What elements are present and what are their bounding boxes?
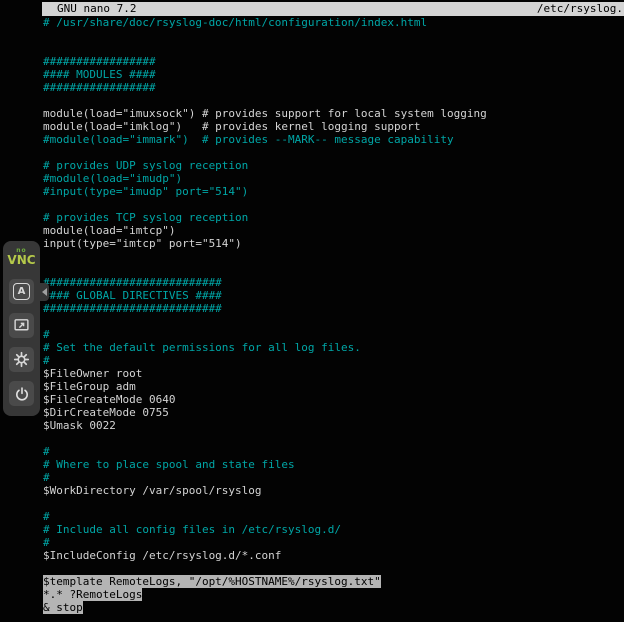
terminal-line: # — [43, 510, 624, 523]
terminal-line: # Include all config files in /etc/rsysl… — [43, 523, 624, 536]
terminal-line: input(type="imtcp" port="514") — [43, 237, 624, 250]
terminal-line — [43, 250, 624, 263]
terminal-line: module(load="imtcp") — [43, 224, 624, 237]
terminal-line: ########################### — [43, 302, 624, 315]
terminal-line: $FileOwner root — [43, 367, 624, 380]
terminal-line: # — [43, 445, 624, 458]
novnc-logo-vnc: VNC — [7, 254, 35, 266]
terminal-line — [43, 198, 624, 211]
collapse-arrow-icon — [42, 288, 47, 296]
terminal-line: # — [43, 471, 624, 484]
nano-version-label: GNU nano 7.2 — [42, 2, 136, 16]
editor-content[interactable]: # /usr/share/doc/rsyslog-doc/html/config… — [42, 16, 624, 614]
novnc-logo: no VNC — [7, 248, 35, 270]
settings-button[interactable] — [9, 347, 34, 372]
terminal-line: $DirCreateMode 0755 — [43, 406, 624, 419]
terminal-line — [43, 42, 624, 55]
terminal-line: $IncludeConfig /etc/rsyslog.d/*.conf — [43, 549, 624, 562]
nano-titlebar: GNU nano 7.2 /etc/rsyslog. — [42, 2, 624, 16]
terminal-line: # /usr/share/doc/rsyslog-doc/html/config… — [43, 16, 624, 29]
terminal-line: #input(type="imudp" port="514") — [43, 185, 624, 198]
terminal-line: $Umask 0022 — [43, 419, 624, 432]
terminal-line: #### MODULES #### — [43, 68, 624, 81]
terminal-line: *.* ?RemoteLogs — [43, 588, 624, 601]
terminal-line: # provides UDP syslog reception — [43, 159, 624, 172]
extra-keys-button[interactable]: A — [9, 279, 34, 304]
terminal-line — [43, 263, 624, 276]
terminal-line: #module(load="immark") # provides --MARK… — [43, 133, 624, 146]
terminal-line — [43, 497, 624, 510]
terminal-line: ################# — [43, 55, 624, 68]
terminal-line: # Where to place spool and state files — [43, 458, 624, 471]
terminal-line: # Set the default permissions for all lo… — [43, 341, 624, 354]
nano-filename-label: /etc/rsyslog. — [537, 2, 624, 16]
terminal-line: $FileCreateMode 0640 — [43, 393, 624, 406]
terminal-window[interactable]: GNU nano 7.2 /etc/rsyslog. # /usr/share/… — [42, 0, 624, 622]
terminal-line: # — [43, 328, 624, 341]
terminal-line: #### GLOBAL DIRECTIVES #### — [43, 289, 624, 302]
terminal-line: ########################### — [43, 276, 624, 289]
terminal-line: & stop — [43, 601, 624, 614]
terminal-line: module(load="imklog") # provides kernel … — [43, 120, 624, 133]
terminal-line: $template RemoteLogs, "/opt/%HOSTNAME%/r… — [43, 575, 624, 588]
disconnect-button[interactable] — [9, 381, 34, 406]
terminal-line — [43, 94, 624, 107]
terminal-line: $WorkDirectory /var/spool/rsyslog — [43, 484, 624, 497]
gear-icon — [13, 351, 30, 368]
power-icon — [14, 386, 30, 402]
terminal-line — [43, 146, 624, 159]
terminal-line: # provides TCP syslog reception — [43, 211, 624, 224]
terminal-line: # — [43, 354, 624, 367]
terminal-line: module(load="imuxsock") # provides suppo… — [43, 107, 624, 120]
fullscreen-button[interactable] — [9, 313, 34, 338]
desktop: GNU nano 7.2 /etc/rsyslog. # /usr/share/… — [0, 0, 624, 622]
terminal-line — [43, 562, 624, 575]
terminal-line — [43, 29, 624, 42]
terminal-line: # — [43, 536, 624, 549]
terminal-line: $FileGroup adm — [43, 380, 624, 393]
fullscreen-icon — [13, 317, 30, 334]
terminal-line: ################# — [43, 81, 624, 94]
keyboard-a-icon: A — [13, 283, 30, 300]
terminal-line — [43, 432, 624, 445]
terminal-line — [43, 315, 624, 328]
control-bar-handle[interactable] — [40, 283, 49, 301]
terminal-line: #module(load="imudp") — [43, 172, 624, 185]
novnc-control-bar: no VNC A — [3, 241, 40, 416]
